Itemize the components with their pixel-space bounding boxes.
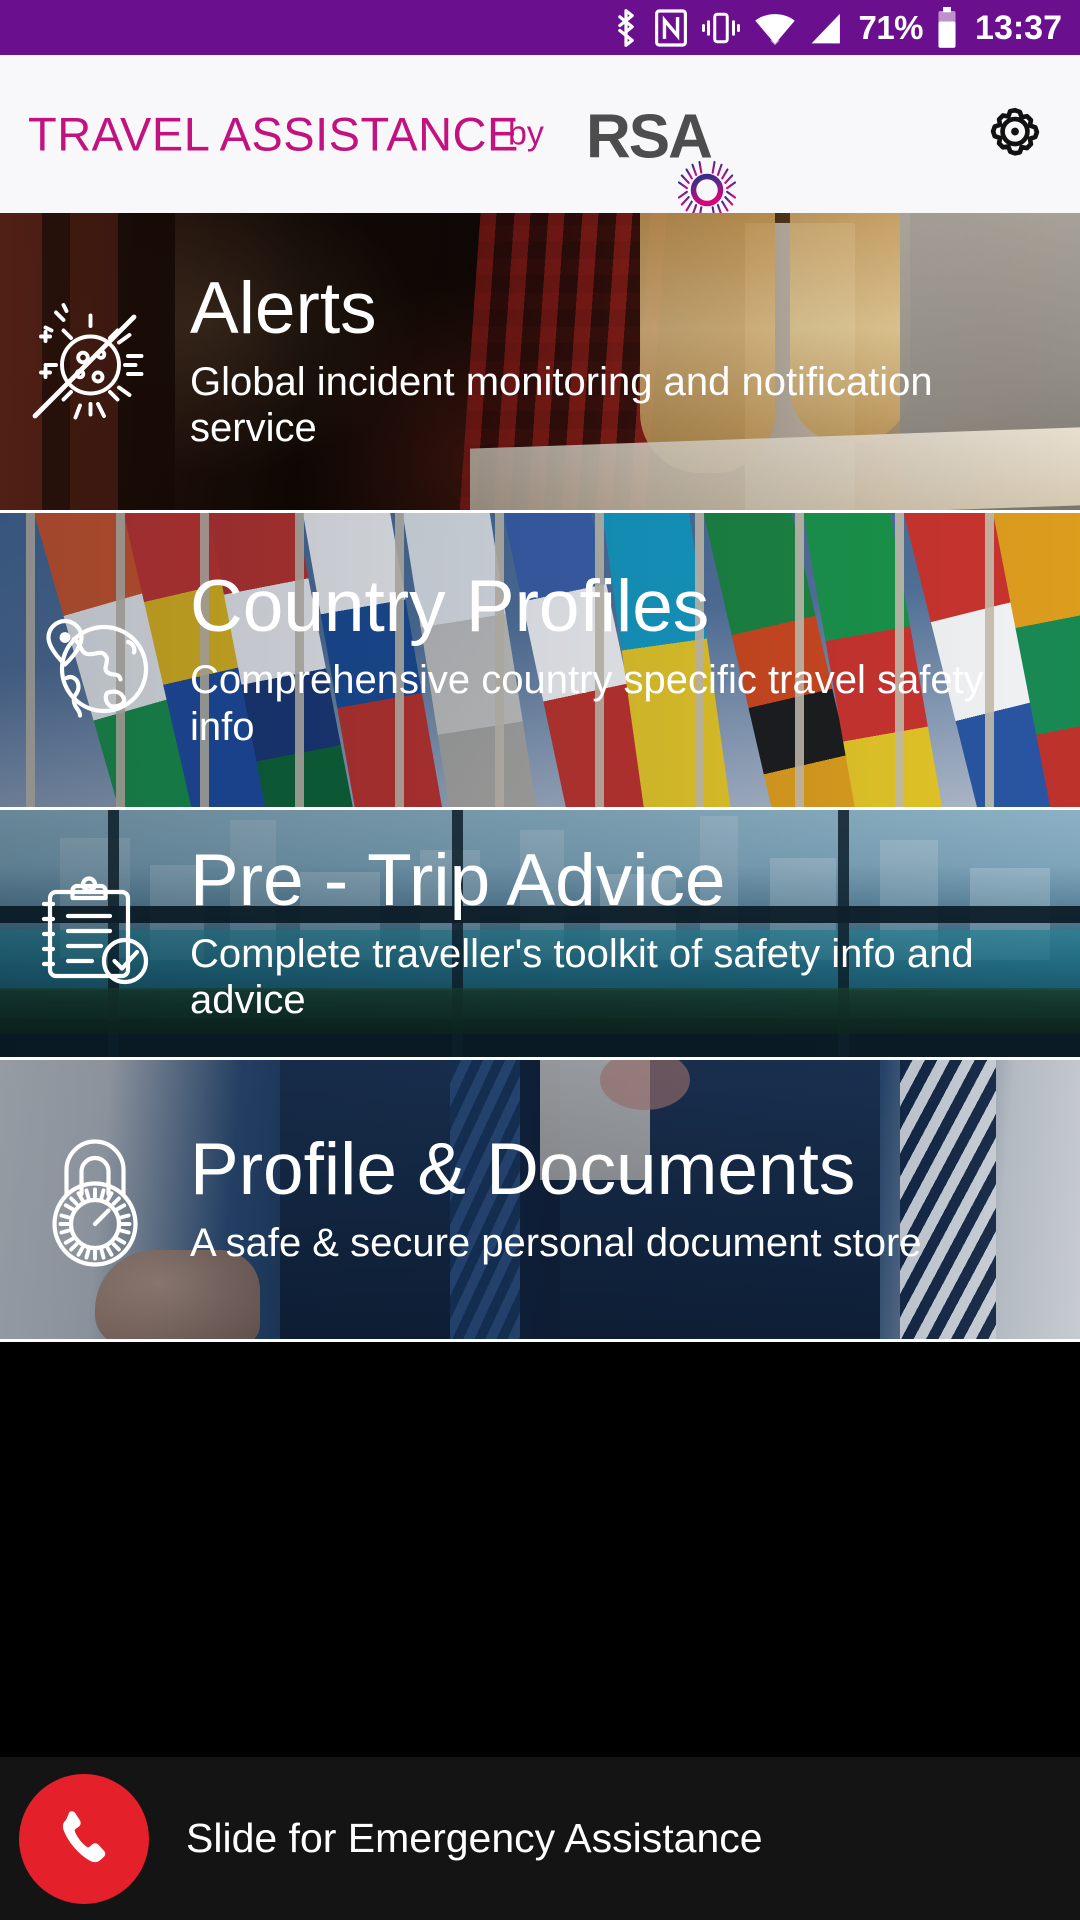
status-bar: 71% 13:37 bbox=[0, 0, 1080, 55]
wifi-icon bbox=[754, 10, 796, 46]
battery-percent-label: 71% bbox=[858, 9, 924, 46]
settings-button[interactable] bbox=[978, 97, 1052, 171]
card-title: Alerts bbox=[190, 267, 377, 349]
card-title: Country Profiles bbox=[190, 566, 710, 648]
card-subtitle: A safe & secure personal document store bbox=[190, 1220, 922, 1265]
cellular-signal-icon bbox=[809, 10, 845, 46]
card-country-profiles[interactable]: Country Profiles Comprehensive country s… bbox=[0, 513, 1080, 810]
card-subtitle: Complete traveller's toolkit of safety i… bbox=[190, 931, 974, 1022]
clipboard-checklist-icon bbox=[0, 859, 190, 1009]
card-text-block: Profile & Documents A safe & secure pers… bbox=[190, 1133, 1080, 1266]
card-title: Profile & Documents bbox=[190, 1128, 856, 1210]
battery-icon bbox=[936, 6, 958, 49]
by-label: by bbox=[508, 114, 544, 153]
gear-icon bbox=[979, 96, 1051, 173]
bluetooth-icon bbox=[611, 7, 641, 49]
nfc-icon bbox=[654, 8, 688, 48]
card-text-block: Alerts Global incident monitoring and no… bbox=[190, 272, 1080, 452]
app-root: 71% 13:37 TRAVEL ASSISTANCE by RSA Alert… bbox=[0, 0, 1080, 1920]
card-text-block: Country Profiles Comprehensive country s… bbox=[190, 570, 1080, 750]
app-header: TRAVEL ASSISTANCE by RSA bbox=[0, 55, 1080, 221]
feature-card-list: Alerts Global incident monitoring and no… bbox=[0, 213, 1080, 1342]
vibrate-icon bbox=[701, 9, 741, 47]
emergency-assistance-label: Slide for Emergency Assistance bbox=[186, 1815, 763, 1861]
sun-crossed-alert-icon bbox=[0, 287, 190, 437]
card-subtitle: Global incident monitoring and notificat… bbox=[190, 359, 933, 450]
globe-location-pin-icon bbox=[0, 585, 190, 735]
emergency-assistance-bar[interactable]: Slide for Emergency Assistance bbox=[0, 1757, 1080, 1920]
emergency-call-button[interactable] bbox=[19, 1773, 149, 1904]
page-title: TRAVEL ASSISTANCE bbox=[28, 107, 519, 161]
rsa-starburst-logo-icon bbox=[676, 159, 738, 221]
card-subtitle: Comprehensive country specific travel sa… bbox=[190, 658, 984, 749]
combination-padlock-icon bbox=[0, 1125, 190, 1275]
clock-label: 13:37 bbox=[975, 8, 1062, 47]
card-alerts[interactable]: Alerts Global incident monitoring and no… bbox=[0, 213, 1080, 513]
card-profile-documents[interactable]: Profile & Documents A safe & secure pers… bbox=[0, 1060, 1080, 1342]
card-title: Pre - Trip Advice bbox=[190, 839, 726, 921]
card-text-block: Pre - Trip Advice Complete traveller's t… bbox=[190, 844, 1080, 1024]
card-pre-trip-advice[interactable]: Pre - Trip Advice Complete traveller's t… bbox=[0, 810, 1080, 1060]
phone-icon bbox=[51, 1803, 117, 1874]
